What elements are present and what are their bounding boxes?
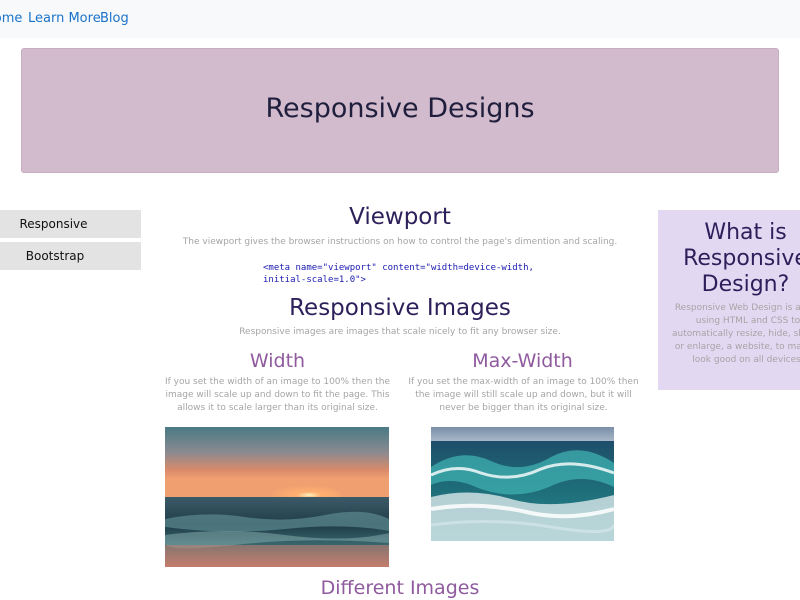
viewport-heading: Viewport [349, 204, 451, 230]
max-width-description: If you set the max-width of an image to … [408, 377, 639, 413]
page-title: Responsive Designs [265, 93, 535, 124]
aside-heading: What is Responsive Design? [683, 220, 800, 297]
sunset-image [165, 427, 389, 567]
aside-description: Responsive Web Design is about using HTM… [672, 303, 800, 365]
sidebar-item-responsive[interactable]: Responsive [0, 210, 141, 238]
different-images-heading: Different Images [320, 577, 480, 599]
nav-link-home[interactable]: Home [0, 11, 22, 26]
nav-link-blog[interactable]: Blog [100, 11, 129, 26]
viewport-code-snippet: <meta name="viewport" content="width=dev… [263, 263, 534, 285]
responsive-images-heading: Responsive Images [289, 295, 511, 321]
width-heading: Width [249, 350, 306, 372]
max-width-heading: Max-Width [472, 350, 573, 372]
aside-panel: What is Responsive Design? Responsive We… [658, 210, 800, 390]
header-banner: Responsive Designs [21, 48, 779, 173]
top-nav: Home Learn More Blog [0, 0, 800, 38]
sidebar-item-bootstrap[interactable]: Bootstrap [0, 242, 141, 270]
responsive-images-description: Responsive images are images that scale … [239, 327, 561, 337]
wave-image [431, 427, 614, 541]
nav-link-learn-more[interactable]: Learn More [28, 11, 101, 26]
width-description: If you set the width of an image to 100%… [164, 377, 391, 413]
viewport-description: The viewport gives the browser instructi… [182, 237, 618, 247]
